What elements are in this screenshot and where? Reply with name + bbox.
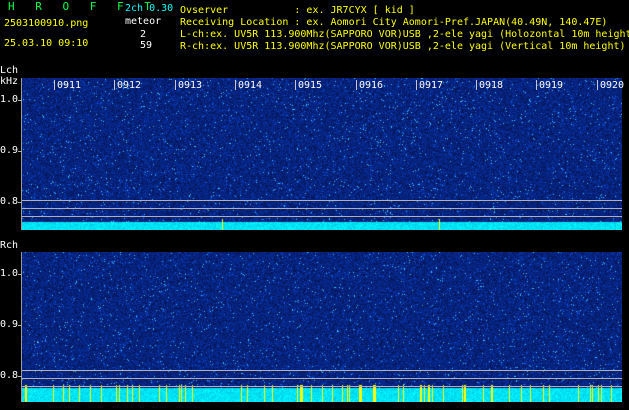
time-tick [295, 80, 296, 90]
time-tick [356, 80, 357, 90]
lch-label: Lch [0, 65, 19, 76]
time-tick [235, 80, 236, 90]
rch-spectrogram-canvas [22, 252, 622, 402]
time-tick [114, 80, 115, 90]
time-label-0916: 0916 [359, 80, 384, 91]
capture-datetime: 25.03.10 09:10 [4, 38, 89, 49]
lch-tick [18, 202, 22, 203]
lch-reference-line [22, 216, 622, 217]
meteor-label: meteor [125, 16, 162, 27]
rch-reference-line [22, 370, 622, 371]
rch-ytick-3: 0.8 [0, 370, 19, 381]
observer-info: Ovserver : ex. JR7CYX [ kid ] [180, 5, 415, 16]
lch-reference-line [22, 208, 622, 209]
rch-ytick-1: 1.0 [0, 268, 19, 279]
rch-info: R-ch:ex. UV5R 113.900Mhz(SAPPORO VOR)USB… [180, 41, 626, 52]
time-tick [597, 80, 598, 90]
time-label-0912: 0912 [117, 80, 142, 91]
version-label: 2ch 0.30 [125, 3, 174, 14]
rch-ytick-2: 0.9 [0, 319, 19, 330]
time-label-0911: 0911 [57, 80, 82, 91]
time-label-0914: 0914 [238, 80, 263, 91]
unit-label: kHz [0, 76, 19, 87]
time-label-0913: 0913 [178, 80, 203, 91]
lch-tick [18, 151, 22, 152]
lch-ytick-2: 0.9 [0, 145, 19, 156]
rch-tick [18, 376, 22, 377]
time-tick [175, 80, 176, 90]
rch-reference-line [22, 378, 622, 379]
rch-reference-line [22, 386, 622, 387]
location-info: Receiving Location : ex. Aomori City Aom… [180, 17, 608, 28]
time-label-0919: 0919 [539, 80, 564, 91]
meteor-count-lch: 2 [140, 29, 147, 40]
lch-ytick-3: 0.8 [0, 196, 19, 207]
time-tick [416, 80, 417, 90]
rch-label: Rch [0, 240, 19, 251]
lch-tick [18, 100, 22, 101]
image-filename: 2503100910.png [4, 18, 89, 29]
lch-ytick-1: 1.0 [0, 94, 19, 105]
rch-tick [18, 325, 22, 326]
time-label-0917: 0917 [419, 80, 444, 91]
time-label-0915: 0915 [298, 80, 323, 91]
rch-spectrogram [22, 252, 622, 402]
time-label-0920: 0920 [600, 80, 625, 91]
rch-tick [18, 274, 22, 275]
time-tick [536, 80, 537, 90]
time-tick [54, 80, 55, 90]
meteor-count-rch: 59 [140, 40, 153, 51]
time-label-0918: 0918 [479, 80, 504, 91]
time-tick [476, 80, 477, 90]
lch-reference-line [22, 200, 622, 201]
lch-info: L-ch:ex. UV5R 113.900Mhz(SAPPORO VOR)USB… [180, 29, 629, 40]
